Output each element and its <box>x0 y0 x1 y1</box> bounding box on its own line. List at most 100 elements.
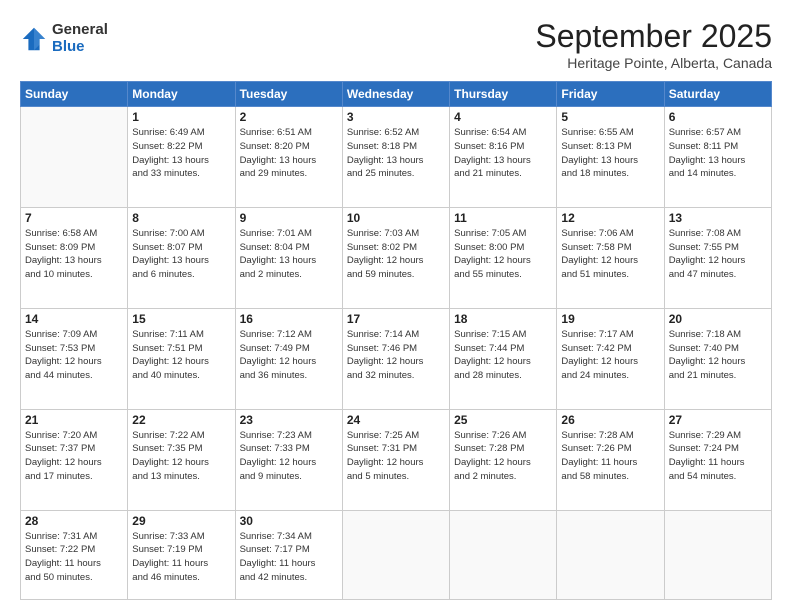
day-info: Sunrise: 7:20 AM Sunset: 7:37 PM Dayligh… <box>25 429 123 484</box>
table-cell: 15 Sunrise: 7:11 AM Sunset: 7:51 PM Dayli… <box>128 308 235 409</box>
day-info: Sunrise: 7:06 AM Sunset: 7:58 PM Dayligh… <box>561 227 659 282</box>
day-info: Sunrise: 7:15 AM Sunset: 7:44 PM Dayligh… <box>454 328 552 383</box>
col-thursday: Thursday <box>450 82 557 107</box>
col-tuesday: Tuesday <box>235 82 342 107</box>
day-number: 23 <box>240 413 338 427</box>
day-info: Sunrise: 7:03 AM Sunset: 8:02 PM Dayligh… <box>347 227 445 282</box>
table-cell: 20Sunrise: 7:18 AM Sunset: 7:40 PM Dayli… <box>664 308 771 409</box>
table-cell: 16 Sunrise: 7:12 AM Sunset: 7:49 PM Dayli… <box>235 308 342 409</box>
day-number: 20 <box>669 312 767 326</box>
day-number: 28 <box>25 514 123 528</box>
day-info: Sunrise: 7:08 AM Sunset: 7:55 PM Dayligh… <box>669 227 767 282</box>
table-cell: 21 Sunrise: 7:20 AM Sunset: 7:37 PM Dayli… <box>21 409 128 510</box>
table-cell: 23 Sunrise: 7:23 AM Sunset: 7:33 PM Dayli… <box>235 409 342 510</box>
day-info: Sunrise: 7:17 AM Sunset: 7:42 PM Dayligh… <box>561 328 659 383</box>
table-cell: 14 Sunrise: 7:09 AM Sunset: 7:53 PM Dayli… <box>21 308 128 409</box>
table-cell: 25 Sunrise: 7:26 AM Sunset: 7:28 PM Dayli… <box>450 409 557 510</box>
day-info: Sunrise: 7:25 AM Sunset: 7:31 PM Dayligh… <box>347 429 445 484</box>
day-number: 18 <box>454 312 552 326</box>
day-info: Sunrise: 6:58 AM Sunset: 8:09 PM Dayligh… <box>25 227 123 282</box>
col-friday: Friday <box>557 82 664 107</box>
table-cell: 2Sunrise: 6:51 AM Sunset: 8:20 PM Daylig… <box>235 107 342 208</box>
day-number: 9 <box>240 211 338 225</box>
table-cell: 24 Sunrise: 7:25 AM Sunset: 7:31 PM Dayli… <box>342 409 449 510</box>
day-number: 7 <box>25 211 123 225</box>
day-info: Sunrise: 7:33 AM Sunset: 7:19 PM Dayligh… <box>132 530 230 585</box>
day-number: 15 <box>132 312 230 326</box>
logo-text: General Blue <box>52 22 108 55</box>
logo: General Blue <box>20 22 108 55</box>
day-number: 5 <box>561 110 659 124</box>
day-number: 24 <box>347 413 445 427</box>
day-number: 21 <box>25 413 123 427</box>
table-cell: 5 Sunrise: 6:55 AM Sunset: 8:13 PM Daylig… <box>557 107 664 208</box>
day-number: 25 <box>454 413 552 427</box>
day-info: Sunrise: 7:12 AM Sunset: 7:49 PM Dayligh… <box>240 328 338 383</box>
header: General Blue September 2025 Heritage Poi… <box>20 18 772 71</box>
table-cell: 30 Sunrise: 7:34 AM Sunset: 7:17 PM Dayli… <box>235 510 342 600</box>
day-info: Sunrise: 7:34 AM Sunset: 7:17 PM Dayligh… <box>240 530 338 585</box>
location: Heritage Pointe, Alberta, Canada <box>535 55 772 71</box>
calendar-header-row: Sunday Monday Tuesday Wednesday Thursday… <box>21 82 772 107</box>
month-title: September 2025 <box>535 18 772 55</box>
table-cell: 28 Sunrise: 7:31 AM Sunset: 7:22 PM Dayli… <box>21 510 128 600</box>
table-cell: 3Sunrise: 6:52 AM Sunset: 8:18 PM Daylig… <box>342 107 449 208</box>
day-info: Sunrise: 7:14 AM Sunset: 7:46 PM Dayligh… <box>347 328 445 383</box>
day-info: Sunrise: 7:22 AM Sunset: 7:35 PM Dayligh… <box>132 429 230 484</box>
table-cell: 22 Sunrise: 7:22 AM Sunset: 7:35 PM Dayli… <box>128 409 235 510</box>
table-cell: 1 Sunrise: 6:49 AM Sunset: 8:22 PM Daylig… <box>128 107 235 208</box>
table-cell <box>664 510 771 600</box>
day-number: 27 <box>669 413 767 427</box>
table-cell: 6 Sunrise: 6:57 AM Sunset: 8:11 PM Daylig… <box>664 107 771 208</box>
table-row: 28 Sunrise: 7:31 AM Sunset: 7:22 PM Dayli… <box>21 510 772 600</box>
table-row: 14 Sunrise: 7:09 AM Sunset: 7:53 PM Dayli… <box>21 308 772 409</box>
table-cell: 27 Sunrise: 7:29 AM Sunset: 7:24 PM Dayli… <box>664 409 771 510</box>
table-cell: 11Sunrise: 7:05 AM Sunset: 8:00 PM Dayli… <box>450 207 557 308</box>
table-cell: 9 Sunrise: 7:01 AM Sunset: 8:04 PM Daylig… <box>235 207 342 308</box>
table-cell <box>21 107 128 208</box>
day-number: 10 <box>347 211 445 225</box>
day-number: 8 <box>132 211 230 225</box>
day-number: 14 <box>25 312 123 326</box>
day-info: Sunrise: 7:28 AM Sunset: 7:26 PM Dayligh… <box>561 429 659 484</box>
day-info: Sunrise: 7:31 AM Sunset: 7:22 PM Dayligh… <box>25 530 123 585</box>
table-row: 7 Sunrise: 6:58 AM Sunset: 8:09 PM Daylig… <box>21 207 772 308</box>
day-info: Sunrise: 6:49 AM Sunset: 8:22 PM Dayligh… <box>132 126 230 181</box>
day-number: 4 <box>454 110 552 124</box>
day-number: 1 <box>132 110 230 124</box>
day-number: 29 <box>132 514 230 528</box>
day-info: Sunrise: 6:52 AM Sunset: 8:18 PM Dayligh… <box>347 126 445 181</box>
day-info: Sunrise: 7:01 AM Sunset: 8:04 PM Dayligh… <box>240 227 338 282</box>
day-number: 6 <box>669 110 767 124</box>
day-number: 12 <box>561 211 659 225</box>
col-saturday: Saturday <box>664 82 771 107</box>
col-monday: Monday <box>128 82 235 107</box>
day-info: Sunrise: 7:11 AM Sunset: 7:51 PM Dayligh… <box>132 328 230 383</box>
table-cell: 12 Sunrise: 7:06 AM Sunset: 7:58 PM Dayli… <box>557 207 664 308</box>
day-number: 16 <box>240 312 338 326</box>
day-info: Sunrise: 6:57 AM Sunset: 8:11 PM Dayligh… <box>669 126 767 181</box>
day-info: Sunrise: 6:55 AM Sunset: 8:13 PM Dayligh… <box>561 126 659 181</box>
table-cell <box>557 510 664 600</box>
logo-general: General <box>52 22 108 39</box>
table-row: 1 Sunrise: 6:49 AM Sunset: 8:22 PM Daylig… <box>21 107 772 208</box>
day-number: 30 <box>240 514 338 528</box>
day-info: Sunrise: 7:23 AM Sunset: 7:33 PM Dayligh… <box>240 429 338 484</box>
page: General Blue September 2025 Heritage Poi… <box>0 0 792 612</box>
col-sunday: Sunday <box>21 82 128 107</box>
day-info: Sunrise: 7:09 AM Sunset: 7:53 PM Dayligh… <box>25 328 123 383</box>
day-info: Sunrise: 7:29 AM Sunset: 7:24 PM Dayligh… <box>669 429 767 484</box>
table-cell: 4Sunrise: 6:54 AM Sunset: 8:16 PM Daylig… <box>450 107 557 208</box>
day-number: 19 <box>561 312 659 326</box>
day-number: 22 <box>132 413 230 427</box>
table-row: 21 Sunrise: 7:20 AM Sunset: 7:37 PM Dayli… <box>21 409 772 510</box>
day-info: Sunrise: 7:05 AM Sunset: 8:00 PM Dayligh… <box>454 227 552 282</box>
day-info: Sunrise: 7:26 AM Sunset: 7:28 PM Dayligh… <box>454 429 552 484</box>
table-cell <box>450 510 557 600</box>
table-cell <box>342 510 449 600</box>
day-number: 26 <box>561 413 659 427</box>
day-number: 13 <box>669 211 767 225</box>
day-number: 17 <box>347 312 445 326</box>
table-cell: 19 Sunrise: 7:17 AM Sunset: 7:42 PM Dayli… <box>557 308 664 409</box>
title-block: September 2025 Heritage Pointe, Alberta,… <box>535 18 772 71</box>
